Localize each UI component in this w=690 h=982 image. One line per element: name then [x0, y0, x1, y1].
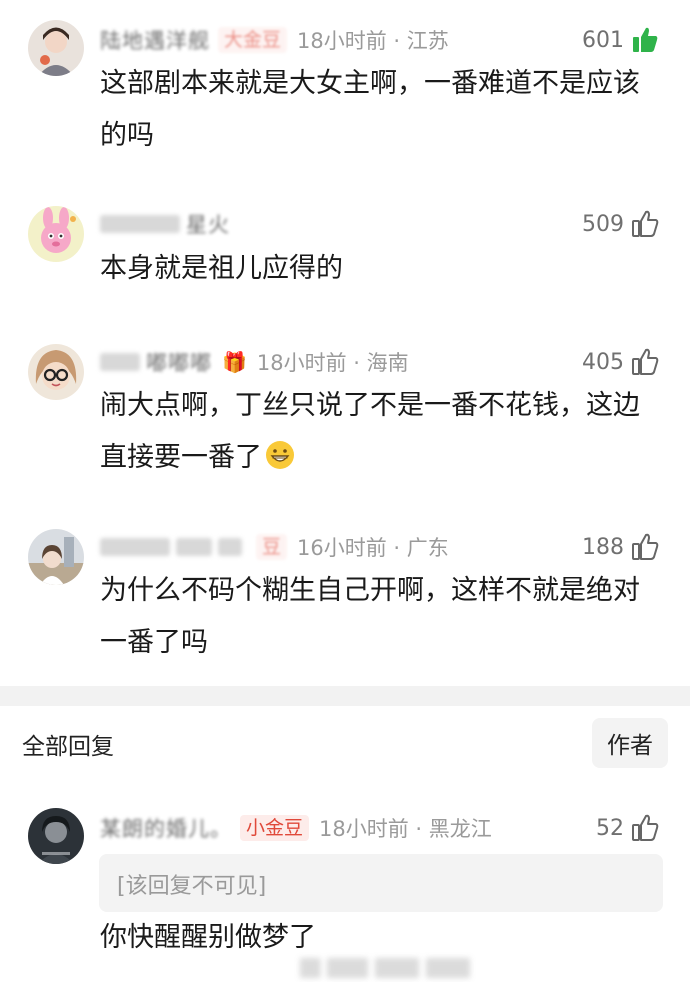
all-replies-title: 全部回复 — [22, 734, 114, 760]
username[interactable]: 陆地遇洋舰 — [100, 25, 210, 55]
thumbs-up-icon — [632, 348, 659, 375]
thumbs-up-filled-icon — [633, 27, 658, 52]
comment-meta: 嘟嘟嘟 🎁 18小时前 · 海南 — [100, 344, 409, 380]
avatar[interactable] — [28, 20, 84, 76]
like-count: 601 — [582, 27, 624, 53]
fan-badge: 大金豆 — [218, 27, 288, 53]
like-button[interactable]: 405 — [582, 344, 660, 380]
like-count: 405 — [582, 349, 624, 375]
comment-meta: 陆地遇洋舰 大金豆 18小时前 · 江苏 — [100, 22, 449, 58]
comment-text: 本身就是祖儿应得的 — [100, 253, 343, 284]
grinning-emoji-icon — [266, 441, 294, 469]
thumbs-up-icon — [632, 533, 659, 560]
fan-badge: 豆 — [256, 534, 288, 560]
like-count: 52 — [596, 815, 624, 841]
hidden-reply-notice: [该回复不可见] — [117, 874, 267, 899]
fan-badge: 小金豆 — [240, 815, 310, 841]
reply-text: 你快醒醒别做梦了 — [100, 922, 316, 953]
comment-meta: 星火 — [100, 206, 230, 242]
gift-emoji-icon: 🎁 — [222, 350, 247, 374]
username[interactable]: 某朗的婚儿。 — [100, 813, 232, 843]
timestamp-location: 18小时前 · 黑龙江 — [319, 817, 492, 841]
comment-text: 这部剧本来就是大女主啊，一番难道不是应该的吗 — [100, 68, 640, 151]
comment-text: 为什么不码个糊生自己开啊，这样不就是绝对一番了吗 — [100, 575, 640, 658]
comment-meta: 豆 16小时前 · 广东 — [100, 529, 449, 565]
comment-text: 闹大点啊，丁丝只说了不是一番不花钱，这边直接要一番了 — [100, 380, 665, 484]
like-count: 509 — [582, 211, 624, 237]
comment-text-content: 闹大点啊，丁丝只说了不是一番不花钱，这边直接要一番了 — [100, 390, 640, 473]
like-count: 188 — [582, 534, 624, 560]
thumbs-up-icon — [632, 210, 659, 237]
watermark — [300, 958, 470, 978]
avatar[interactable] — [28, 206, 84, 262]
avatar[interactable] — [28, 529, 84, 585]
username[interactable]: 嘟嘟嘟 — [146, 347, 212, 377]
timestamp-location: 18小时前 · 海南 — [256, 351, 409, 375]
like-button[interactable]: 509 — [582, 206, 660, 242]
section-divider — [0, 686, 690, 706]
comment-meta: 某朗的婚儿。 小金豆 18小时前 · 黑龙江 — [100, 810, 492, 846]
quoted-reply-box: [该回复不可见] — [99, 854, 663, 912]
timestamp-location: 18小时前 · 江苏 — [297, 29, 449, 53]
avatar[interactable] — [28, 808, 84, 864]
thumbs-up-icon — [632, 814, 659, 841]
avatar[interactable] — [28, 344, 84, 400]
timestamp-location: 16小时前 · 广东 — [297, 536, 449, 560]
username[interactable]: 星火 — [186, 209, 230, 239]
like-button[interactable]: 188 — [582, 529, 660, 565]
like-button[interactable]: 52 — [596, 810, 660, 846]
like-button[interactable]: 601 — [582, 22, 660, 58]
author-filter-button[interactable]: 作者 — [592, 718, 668, 768]
